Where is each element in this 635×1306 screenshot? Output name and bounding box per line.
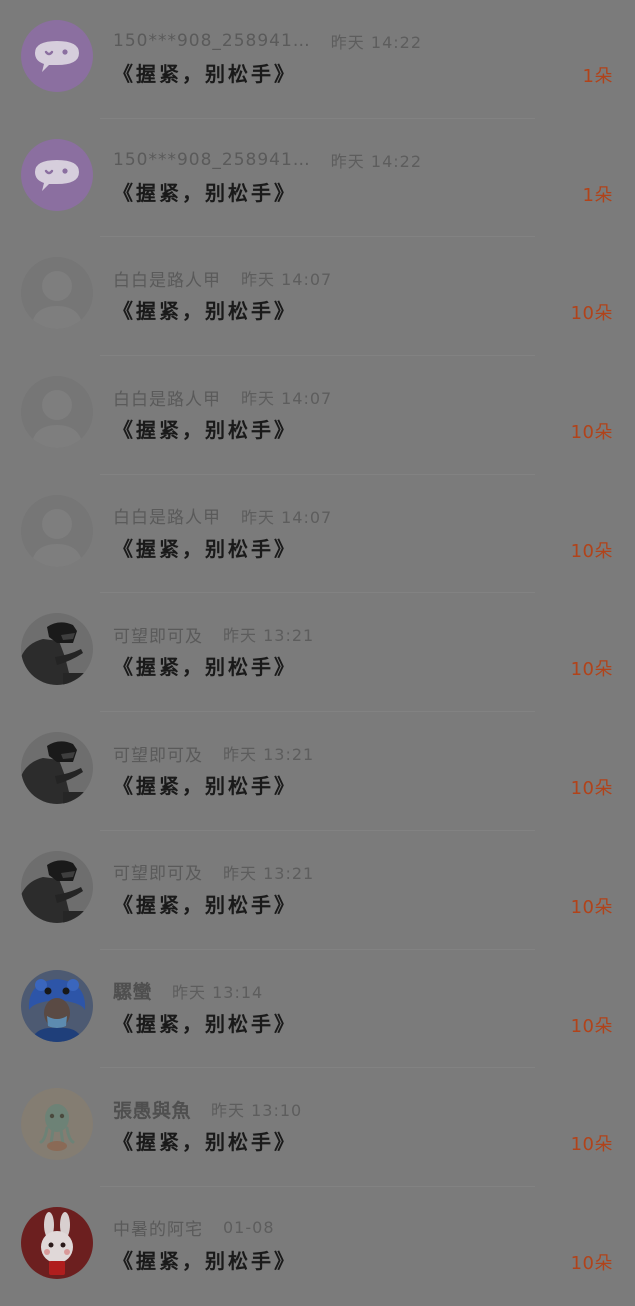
- timestamp: 昨天 14:07: [241, 507, 333, 527]
- avatar[interactable]: [21, 494, 93, 567]
- gift-record-row[interactable]: 可望即可及 昨天 13:21 《握紧，别松手》 10朵: [0, 712, 635, 831]
- flower-count: 10朵: [570, 303, 613, 325]
- gift-record-row[interactable]: 騾蠻 昨天 13:14 《握紧，别松手》 10朵: [0, 950, 635, 1069]
- record-meta: 騾蠻 昨天 13:14: [113, 977, 264, 1004]
- user-name[interactable]: 150***908_258941…: [113, 31, 311, 51]
- timestamp: 昨天 14:07: [241, 270, 333, 290]
- flower-count: 10朵: [570, 540, 613, 562]
- record-meta: 可望即可及 昨天 13:21: [113, 741, 315, 766]
- user-name[interactable]: 白白是路人甲: [113, 385, 221, 410]
- avatar[interactable]: [21, 732, 93, 805]
- record-meta: 150***908_258941… 昨天 14:22: [113, 30, 422, 52]
- user-name[interactable]: 白白是路人甲: [113, 503, 221, 528]
- timestamp: 昨天 13:21: [223, 863, 315, 883]
- flower-count: 10朵: [570, 896, 613, 918]
- gift-title: 《握紧，别松手》: [113, 536, 297, 561]
- avatar[interactable]: [21, 1088, 93, 1161]
- gift-title: 《握紧，别松手》: [113, 180, 297, 205]
- user-name[interactable]: 張愚與魚: [113, 1096, 191, 1123]
- flower-count: 10朵: [570, 1252, 613, 1274]
- gift-title: 《握紧，别松手》: [113, 1248, 297, 1273]
- record-meta: 可望即可及 昨天 13:21: [113, 859, 315, 885]
- timestamp: 昨天 13:21: [223, 626, 315, 646]
- user-name[interactable]: 騾蠻: [113, 977, 152, 1004]
- timestamp: 昨天 14:22: [330, 151, 422, 171]
- timestamp: 昨天 13:14: [172, 982, 264, 1002]
- timestamp: 昨天 14:07: [241, 389, 333, 409]
- avatar[interactable]: [21, 257, 93, 330]
- record-meta: 可望即可及 昨天 13:21: [113, 622, 315, 647]
- gift-record-row[interactable]: 張愚與魚 昨天 13:10 《握紧，别松手》 10朵: [0, 1068, 635, 1187]
- timestamp: 昨天 14:22: [330, 33, 422, 52]
- record-meta: 白白是路人甲 昨天 14:07: [113, 266, 333, 291]
- gift-title: 《握紧，别松手》: [113, 299, 297, 324]
- user-name[interactable]: 150***908_258941…: [113, 150, 311, 170]
- timestamp: 昨天 13:21: [223, 745, 315, 765]
- user-name[interactable]: 可望即可及: [113, 741, 203, 766]
- gift-record-row[interactable]: 白白是路人甲 昨天 14:07 《握紧，别松手》 10朵: [0, 475, 635, 594]
- user-name[interactable]: 白白是路人甲: [113, 266, 221, 291]
- gift-record-row[interactable]: 150***908_258941… 昨天 14:22 《握紧，别松手》 1朵: [0, 0, 635, 119]
- gift-record-row[interactable]: 150***908_258941… 昨天 14:22 《握紧，别松手》 1朵: [0, 119, 635, 238]
- gift-record-row[interactable]: 可望即可及 昨天 13:21 《握紧，别松手》 10朵: [0, 831, 635, 950]
- user-name[interactable]: 可望即可及: [113, 622, 203, 647]
- record-meta: 150***908_258941… 昨天 14:22: [113, 149, 422, 171]
- record-meta: 白白是路人甲 昨天 14:07: [113, 385, 333, 410]
- gift-title: 《握紧，别松手》: [113, 655, 297, 680]
- avatar[interactable]: [21, 376, 93, 449]
- gift-record-row[interactable]: 可望即可及 昨天 13:21 《握紧，别松手》 10朵: [0, 593, 635, 712]
- gift-record-row[interactable]: 白白是路人甲 昨天 14:07 《握紧，别松手》 10朵: [0, 356, 635, 475]
- gift-title: 《握紧，别松手》: [113, 892, 297, 917]
- gift-record-list: 150***908_258941… 昨天 14:22 《握紧，别松手》 1朵 150**…: [0, 0, 635, 1306]
- flower-count: 1朵: [582, 66, 613, 87]
- flower-count: 10朵: [570, 1134, 613, 1156]
- gift-title: 《握紧，别松手》: [113, 1011, 297, 1036]
- gift-record-row[interactable]: 中暑的阿宅 01-08 《握紧，别松手》 10朵: [0, 1187, 635, 1306]
- gift-title: 《握紧，别松手》: [113, 62, 297, 86]
- gift-title: 《握紧，别松手》: [113, 1130, 297, 1155]
- flower-count: 10朵: [570, 659, 613, 681]
- record-meta: 白白是路人甲 昨天 14:07: [113, 503, 333, 529]
- record-meta: 中暑的阿宅 01-08: [113, 1215, 275, 1240]
- avatar[interactable]: [21, 1206, 93, 1279]
- user-name[interactable]: 可望即可及: [113, 859, 203, 884]
- flower-count: 10朵: [570, 1015, 613, 1037]
- timestamp: 01-08: [223, 1218, 275, 1238]
- flower-count: 1朵: [582, 184, 613, 206]
- avatar[interactable]: [21, 138, 93, 211]
- gift-record-row[interactable]: 白白是路人甲 昨天 14:07 《握紧，别松手》 10朵: [0, 237, 635, 356]
- avatar[interactable]: [21, 20, 93, 92]
- flower-count: 10朵: [570, 778, 613, 800]
- user-name[interactable]: 中暑的阿宅: [113, 1215, 203, 1240]
- flower-count: 10朵: [570, 422, 613, 444]
- timestamp: 昨天 13:10: [211, 1101, 303, 1121]
- gift-title: 《握紧，别松手》: [113, 774, 297, 799]
- gift-title: 《握紧，别松手》: [113, 418, 297, 443]
- avatar[interactable]: [21, 850, 93, 923]
- record-meta: 張愚與魚 昨天 13:10: [113, 1096, 303, 1123]
- avatar[interactable]: [21, 613, 93, 686]
- avatar[interactable]: [21, 969, 93, 1042]
